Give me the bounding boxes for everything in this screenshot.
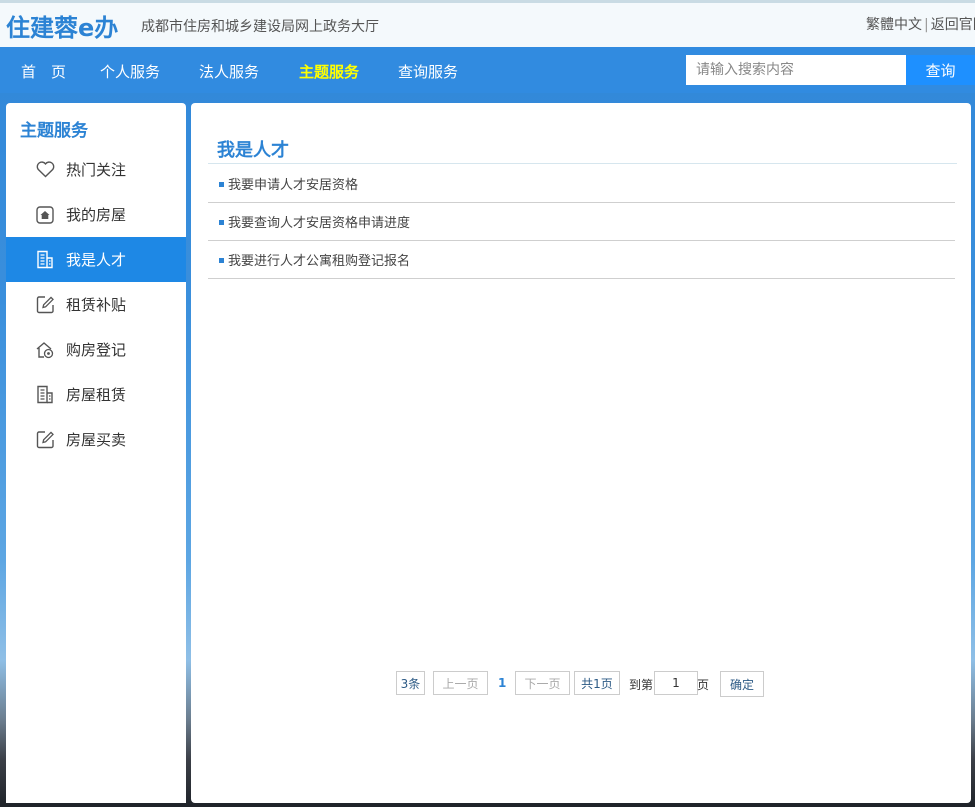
list-item-label: 我要查询人才安居资格申请进度 — [228, 216, 411, 231]
current-page: 1 — [498, 676, 507, 690]
search-input[interactable] — [686, 55, 906, 85]
sidebar-item-hot-topics[interactable]: 热门关注 — [6, 147, 186, 192]
section-title: 我是人才 — [217, 140, 289, 161]
sidebar: 主题服务 热门关注 我的房屋 我是人才 租赁补贴 购房登记 房屋租赁 房屋买卖 — [6, 103, 186, 803]
sidebar-item-label: 租赁补贴 — [66, 296, 127, 314]
top-header: 住建蓉e办 成都市住房和城乡建设局网上政务大厅 繁體中文|返回官网 — [0, 0, 975, 47]
house-icon — [35, 205, 55, 225]
pagination: 3条 上一页 1 下一页 共1页 到第 页 确定 — [191, 671, 971, 697]
goto-page-input[interactable] — [654, 671, 698, 695]
sidebar-item-label: 热门关注 — [66, 161, 127, 179]
sidebar-item-house-trade[interactable]: 房屋买卖 — [6, 417, 186, 462]
sidebar-item-rent-subsidy[interactable]: 租赁补贴 — [6, 282, 186, 327]
list-item-label: 我要进行人才公寓租购登记报名 — [228, 254, 411, 269]
site-subtitle: 成都市住房和城乡建设局网上政务大厅 — [141, 19, 379, 35]
record-count: 3条 — [396, 671, 425, 695]
sidebar-item-label: 房屋买卖 — [66, 431, 127, 449]
next-page-button[interactable]: 下一页 — [515, 671, 570, 695]
sidebar-title: 主题服务 — [20, 121, 88, 141]
edit-icon — [35, 295, 55, 315]
sidebar-item-label: 房屋租赁 — [66, 386, 127, 404]
nav-theme-service[interactable]: 主题服务 — [299, 61, 359, 82]
nav-home[interactable]: 首 页 — [21, 61, 66, 82]
building-doc-icon — [35, 250, 55, 270]
site-logo[interactable]: 住建蓉e办 — [6, 8, 118, 43]
sidebar-item-label: 我是人才 — [66, 251, 127, 269]
main-content: 我是人才 我要申请人才安居资格 我要查询人才安居资格申请进度 我要进行人才公寓租… — [191, 103, 971, 803]
sidebar-item-label: 我的房屋 — [66, 206, 127, 224]
goto-suffix: 页 — [697, 678, 710, 692]
link-separator: | — [924, 17, 929, 33]
traditional-chinese-link[interactable]: 繁體中文 — [866, 17, 922, 33]
prev-page-button[interactable]: 上一页 — [433, 671, 488, 695]
sidebar-item-talent[interactable]: 我是人才 — [6, 237, 186, 282]
sidebar-item-label: 购房登记 — [66, 341, 127, 359]
bullet-icon — [219, 182, 224, 187]
bullet-icon — [219, 220, 224, 225]
top-links: 繁體中文|返回官网 — [866, 14, 975, 34]
bullet-icon — [219, 258, 224, 263]
heart-icon — [35, 160, 55, 180]
search-button[interactable]: 查询 — [906, 55, 975, 85]
main-nav: 首 页 个人服务 法人服务 主题服务 查询服务 查询 — [0, 47, 975, 93]
title-divider — [208, 163, 957, 164]
nav-query-service[interactable]: 查询服务 — [398, 61, 458, 82]
list-item[interactable]: 我要申请人才安居资格 — [208, 165, 955, 203]
total-pages: 共1页 — [574, 671, 620, 695]
building-doc-icon — [35, 385, 55, 405]
sidebar-item-purchase-register[interactable]: 购房登记 — [6, 327, 186, 372]
list-item[interactable]: 我要进行人才公寓租购登记报名 — [208, 241, 955, 279]
goto-prefix: 到第 — [629, 678, 654, 692]
list-item[interactable]: 我要查询人才安居资格申请进度 — [208, 203, 955, 241]
return-home-link[interactable]: 返回官网 — [931, 17, 975, 33]
house-register-icon — [35, 340, 55, 360]
edit-icon — [35, 430, 55, 450]
nav-legal-service[interactable]: 法人服务 — [199, 61, 259, 82]
nav-personal-service[interactable]: 个人服务 — [100, 61, 160, 82]
sidebar-item-my-house[interactable]: 我的房屋 — [6, 192, 186, 237]
confirm-button[interactable]: 确定 — [720, 671, 764, 697]
list-item-label: 我要申请人才安居资格 — [228, 178, 359, 193]
sidebar-item-house-rental[interactable]: 房屋租赁 — [6, 372, 186, 417]
